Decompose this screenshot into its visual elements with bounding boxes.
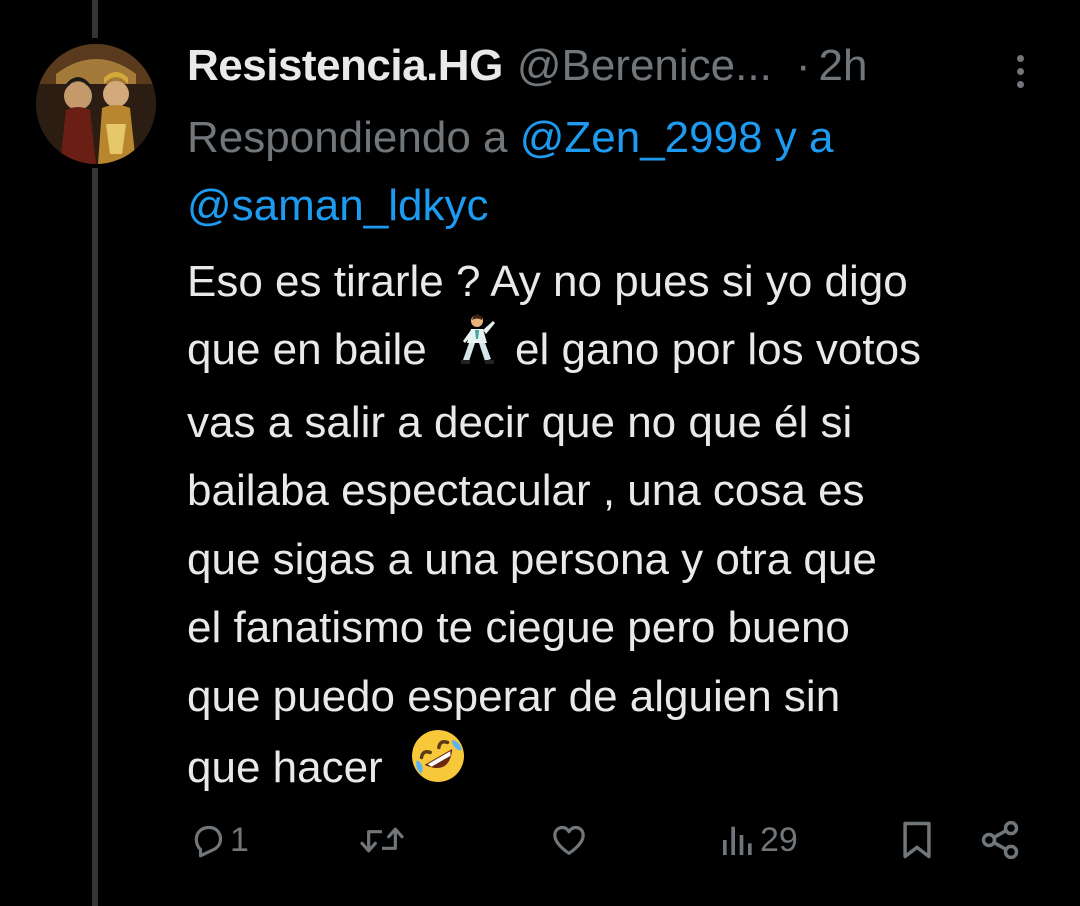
mention-link-saman[interactable]: @saman_ldkyc	[187, 181, 488, 230]
mention-conjunction[interactable]: y a	[775, 113, 834, 162]
tweet-line: Eso es tirarle ? Ay no pues si yo digo	[187, 257, 908, 306]
retweet-icon	[360, 827, 404, 853]
display-name[interactable]: Resistencia.HG	[187, 41, 503, 91]
views-count: 29	[760, 820, 798, 859]
tweet-line: vas a salir a decir que no que él si	[187, 397, 853, 447]
tweet-line-segment: que hacer	[187, 742, 383, 792]
avatar-image	[36, 44, 156, 164]
rolling-laughing-icon	[409, 727, 467, 805]
retweet-button[interactable]	[358, 810, 408, 870]
like-button[interactable]	[548, 810, 592, 870]
thread-line-bottom	[92, 168, 98, 906]
reply-button[interactable]: 1	[188, 810, 249, 870]
more-dot-icon	[1016, 54, 1024, 62]
bookmark-icon	[903, 821, 931, 859]
views-button[interactable]: 29	[718, 810, 798, 870]
man-dancing-icon	[457, 313, 497, 385]
reply-count: 1	[230, 820, 249, 859]
bookmark-button[interactable]	[898, 810, 936, 870]
reply-icon	[194, 825, 223, 858]
tweet-text: Eso es tirarle ? Ay no pues si yo digo q…	[187, 248, 1057, 809]
share-icon	[981, 820, 1019, 860]
tweet-line: el fanatismo te ciegue pero bueno	[187, 603, 850, 653]
tweet-line-segment: que en baile	[187, 325, 427, 375]
views-icon	[723, 826, 752, 855]
mention-link-zen[interactable]: @Zen_2998	[520, 113, 763, 162]
tweet-line-segment: el gano por los votos	[515, 325, 922, 375]
replying-prefix: Respondiendo a	[187, 113, 508, 162]
tweet-line: que puedo esperar de alguien sin	[187, 671, 841, 721]
user-handle[interactable]: @Berenice...	[517, 41, 772, 91]
tweet-line: bailaba espectacular , una cosa es	[187, 466, 865, 516]
more-dot-icon	[1016, 67, 1024, 75]
more-dot-icon	[1016, 80, 1024, 88]
share-button[interactable]	[978, 810, 1022, 870]
tweet-header: Resistencia.HG @Berenice... · 2h	[187, 38, 867, 94]
avatar[interactable]	[36, 44, 156, 164]
tweet-line: que en baile el gano por los votos	[187, 313, 1057, 389]
tweet-line: que sigas a una persona y otra que	[187, 534, 877, 584]
separator-dot: ·	[795, 41, 811, 90]
timestamp[interactable]: 2h	[818, 41, 867, 91]
replying-to: Respondiendo a @Zen_2998 y a @saman_ldky…	[187, 104, 1047, 240]
more-options-button[interactable]	[1005, 48, 1035, 94]
heart-icon	[553, 825, 585, 855]
thread-line-top	[92, 0, 98, 38]
tweet-actions-bar: 1 29	[0, 810, 1080, 870]
tweet-line: que hacer	[187, 730, 1057, 809]
